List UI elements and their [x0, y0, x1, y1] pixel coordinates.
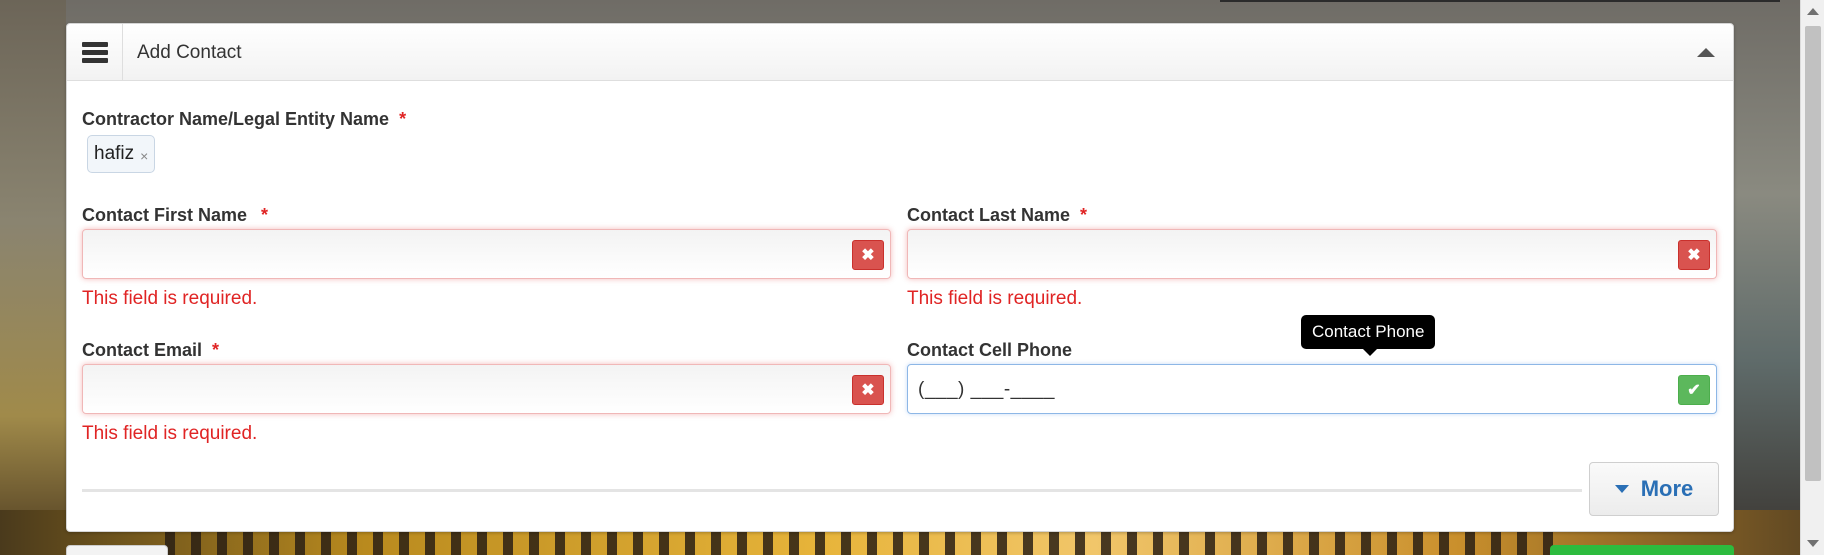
collapse-chevron-up-icon[interactable]	[1697, 48, 1715, 57]
background-pier	[165, 528, 1564, 555]
required-asterisk: *	[399, 109, 407, 129]
caret-down-icon	[1614, 485, 1629, 493]
add-contact-panel: Add Contact Contractor Name/Legal Entity…	[66, 23, 1734, 532]
error-x-icon: ✖	[852, 240, 884, 270]
bottom-right-button[interactable]	[1550, 545, 1734, 555]
last-name-input[interactable]: ✖	[907, 229, 1717, 279]
cell-phone-value: (___) ___-____	[918, 379, 1055, 400]
error-x-icon: ✖	[1678, 240, 1710, 270]
bottom-left-button[interactable]	[66, 545, 168, 555]
email-label: Contact Email *	[82, 340, 219, 361]
required-asterisk: *	[212, 340, 220, 360]
contractor-tag-label: hafiz	[94, 143, 135, 164]
more-button[interactable]: More	[1589, 462, 1719, 516]
email-label-text: Contact Email	[82, 340, 203, 360]
hamburger-menu-icon[interactable]	[67, 24, 123, 80]
more-button-label: More	[1640, 476, 1694, 501]
last-name-label-text: Contact Last Name	[907, 205, 1071, 225]
first-name-label-text: Contact First Name	[82, 205, 248, 225]
last-name-error: This field is required.	[907, 288, 1083, 309]
first-name-input[interactable]: ✖	[82, 229, 891, 279]
required-asterisk: *	[261, 205, 269, 225]
background-left	[0, 0, 66, 555]
check-icon: ✔	[1678, 375, 1710, 405]
first-name-error: This field is required.	[82, 288, 258, 309]
panel-title: Add Contact	[137, 42, 242, 63]
scroll-up-arrow-icon[interactable]	[1807, 8, 1819, 15]
scroll-down-arrow-icon[interactable]	[1807, 540, 1819, 547]
email-error: This field is required.	[82, 423, 258, 444]
contact-phone-tooltip: Contact Phone	[1301, 315, 1436, 356]
email-input[interactable]: ✖	[82, 364, 891, 414]
panel-header: Add Contact	[67, 24, 1733, 81]
last-name-label: Contact Last Name *	[907, 205, 1087, 226]
contractor-tag: hafiz ×	[87, 135, 156, 173]
scrollbar-thumb[interactable]	[1805, 26, 1821, 481]
divider	[82, 489, 1582, 492]
background-crane	[1220, 0, 1780, 25]
first-name-label: Contact First Name *	[82, 205, 268, 226]
contractor-label: Contractor Name/Legal Entity Name *	[82, 109, 406, 130]
tag-remove-icon[interactable]: ×	[140, 148, 148, 164]
cell-phone-input[interactable]: (___) ___-____ ✔	[907, 364, 1717, 414]
required-asterisk: *	[1080, 205, 1088, 225]
error-x-icon: ✖	[852, 375, 884, 405]
cell-phone-label: Contact Cell Phone	[907, 340, 1073, 360]
vertical-scrollbar[interactable]	[1800, 0, 1824, 555]
contractor-label-text: Contractor Name/Legal Entity Name	[82, 109, 390, 129]
